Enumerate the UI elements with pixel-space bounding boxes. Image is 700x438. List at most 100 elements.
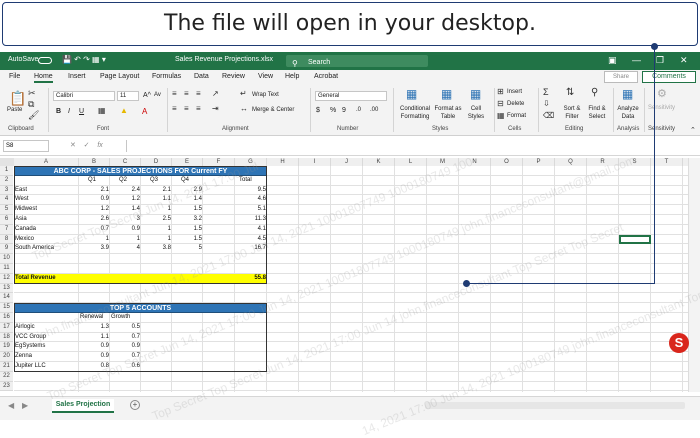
- sheet-tab-sales-projection[interactable]: Sales Projection: [52, 399, 114, 413]
- row-header-23[interactable]: 23: [0, 381, 13, 392]
- cell-total[interactable]: 9.5: [235, 186, 267, 196]
- tab-home[interactable]: Home: [34, 73, 53, 83]
- cell-q3[interactable]: 3.8: [141, 244, 172, 254]
- cell-total[interactable]: 4.5: [235, 235, 267, 245]
- comma-icon[interactable]: 9: [342, 107, 346, 114]
- insert-cells-button[interactable]: Insert: [507, 89, 522, 95]
- region-label[interactable]: South America: [14, 244, 79, 254]
- cell-q2[interactable]: 3: [110, 215, 141, 225]
- column-header-g[interactable]: G: [235, 158, 267, 166]
- account-name[interactable]: Jupiter LLC: [14, 362, 79, 372]
- column-header-j[interactable]: J: [331, 158, 363, 166]
- column-header-f[interactable]: F: [203, 158, 235, 166]
- cell-q4[interactable]: 2.9: [172, 186, 203, 196]
- collapse-ribbon-icon[interactable]: ⌃: [690, 126, 696, 134]
- cell-q1[interactable]: 2.6: [79, 215, 110, 225]
- find-select-icon[interactable]: ⚲: [591, 87, 598, 98]
- total-revenue-value[interactable]: 55.8: [235, 274, 267, 284]
- row-header-5[interactable]: 5: [0, 205, 13, 215]
- merge-center-button[interactable]: Merge & Center: [252, 107, 294, 113]
- account-renewal[interactable]: 1.3: [79, 323, 110, 333]
- account-growth[interactable]: 0.5: [110, 323, 141, 333]
- font-shrink-icon[interactable]: Av: [154, 92, 161, 98]
- format-cells-icon[interactable]: ▦: [497, 111, 505, 120]
- cell-q4[interactable]: 5: [172, 244, 203, 254]
- region-label[interactable]: East: [14, 186, 79, 196]
- tab-acrobat[interactable]: Acrobat: [314, 73, 338, 80]
- sheet-title[interactable]: ABC CORP - SALES PROJECTIONS FOR Current…: [14, 166, 267, 176]
- align-top-icon[interactable]: ≡: [172, 89, 177, 98]
- align-left-icon[interactable]: ≡: [172, 104, 177, 113]
- fx-icon[interactable]: fx: [97, 142, 102, 149]
- merge-icon[interactable]: ↔: [240, 104, 248, 113]
- region-label[interactable]: Midwest: [14, 205, 79, 215]
- analyze-data-icon[interactable]: ▦: [622, 87, 633, 101]
- row-header-12[interactable]: 12: [0, 273, 13, 284]
- quick-access-toolbar[interactable]: 💾 ↶ ↷ ▦ ▾: [62, 55, 106, 64]
- cell-q1[interactable]: 2.1: [79, 186, 110, 196]
- account-name[interactable]: EgSystems: [14, 342, 79, 352]
- autosave-toggle[interactable]: [38, 57, 52, 64]
- cell-q1[interactable]: 0.7: [79, 225, 110, 235]
- horizontal-scrollbar[interactable]: [425, 402, 685, 409]
- delete-cells-icon[interactable]: ⊟: [497, 99, 504, 108]
- cell-q1[interactable]: 1: [79, 235, 110, 245]
- row-header-15[interactable]: 15: [0, 303, 13, 313]
- account-growth[interactable]: 0.7: [110, 333, 141, 343]
- fill-color-icon[interactable]: ▲: [120, 106, 128, 115]
- header-q4[interactable]: Q4: [172, 176, 203, 186]
- tab-data[interactable]: Data: [194, 73, 209, 80]
- cell-q2[interactable]: 0.9: [110, 225, 141, 235]
- find-select-button[interactable]: Find & Select: [584, 105, 610, 121]
- format-painter-icon[interactable]: 🖌: [28, 110, 39, 121]
- align-bottom-icon[interactable]: ≡: [196, 89, 201, 98]
- account-renewal[interactable]: 0.9: [79, 352, 110, 362]
- row-header-8[interactable]: 8: [0, 234, 13, 245]
- cell-q3[interactable]: 1: [141, 225, 172, 235]
- paste-label[interactable]: Paste: [7, 107, 22, 113]
- tab-formulas[interactable]: Formulas: [152, 73, 181, 80]
- font-size-select[interactable]: 11: [117, 91, 139, 101]
- cell-q2[interactable]: 1.2: [110, 195, 141, 205]
- column-header-i[interactable]: I: [299, 158, 331, 166]
- column-header-c[interactable]: C: [110, 158, 141, 166]
- cell-q2[interactable]: 1: [110, 235, 141, 245]
- format-cells-button[interactable]: Format: [507, 113, 526, 119]
- spreadsheet-grid[interactable]: ABCDEFGHIJKLMNOPQRSTU1234567891011121314…: [0, 158, 688, 392]
- select-all-corner[interactable]: [0, 158, 14, 166]
- column-header-s[interactable]: S: [619, 158, 651, 166]
- search-box[interactable]: ⚲ Search: [286, 55, 428, 68]
- header-total[interactable]: Total: [235, 176, 267, 186]
- column-header-p[interactable]: P: [523, 158, 555, 166]
- add-sheet-icon[interactable]: +: [130, 400, 140, 410]
- account-growth[interactable]: 0.7: [110, 352, 141, 362]
- row-header-3[interactable]: 3: [0, 185, 13, 196]
- cell-total[interactable]: 16.7: [235, 244, 267, 254]
- vertical-scrollbar[interactable]: [688, 158, 700, 392]
- account-growth[interactable]: 0.9: [110, 342, 141, 352]
- enter-icon[interactable]: ✓: [84, 142, 90, 149]
- header-q1[interactable]: Q1: [79, 176, 110, 186]
- column-header-k[interactable]: K: [363, 158, 395, 166]
- font-grow-icon[interactable]: A^: [143, 92, 151, 99]
- align-center-icon[interactable]: ≡: [184, 104, 189, 113]
- fill-icon[interactable]: ⇩: [543, 99, 550, 108]
- cell-q3[interactable]: 1.1: [141, 195, 172, 205]
- column-header-b[interactable]: B: [79, 158, 110, 166]
- region-label[interactable]: Canada: [14, 225, 79, 235]
- conditional-formatting-icon[interactable]: ▦: [406, 87, 417, 101]
- top-accounts-title[interactable]: TOP 5 ACCOUNTS: [14, 303, 267, 313]
- name-box[interactable]: S8: [3, 140, 49, 152]
- row-header-17[interactable]: 17: [0, 322, 13, 333]
- column-header-h[interactable]: H: [267, 158, 299, 166]
- tab-review[interactable]: Review: [222, 73, 245, 80]
- cell-total[interactable]: 4.1: [235, 225, 267, 235]
- region-label[interactable]: West: [14, 195, 79, 205]
- column-header-r[interactable]: R: [587, 158, 619, 166]
- header-q3[interactable]: Q3: [141, 176, 172, 186]
- cell-q4[interactable]: 1.5: [172, 205, 203, 215]
- row-header-18[interactable]: 18: [0, 332, 13, 343]
- region-label[interactable]: Mexico: [14, 235, 79, 245]
- cell-q3[interactable]: 1: [141, 235, 172, 245]
- row-header-19[interactable]: 19: [0, 342, 13, 353]
